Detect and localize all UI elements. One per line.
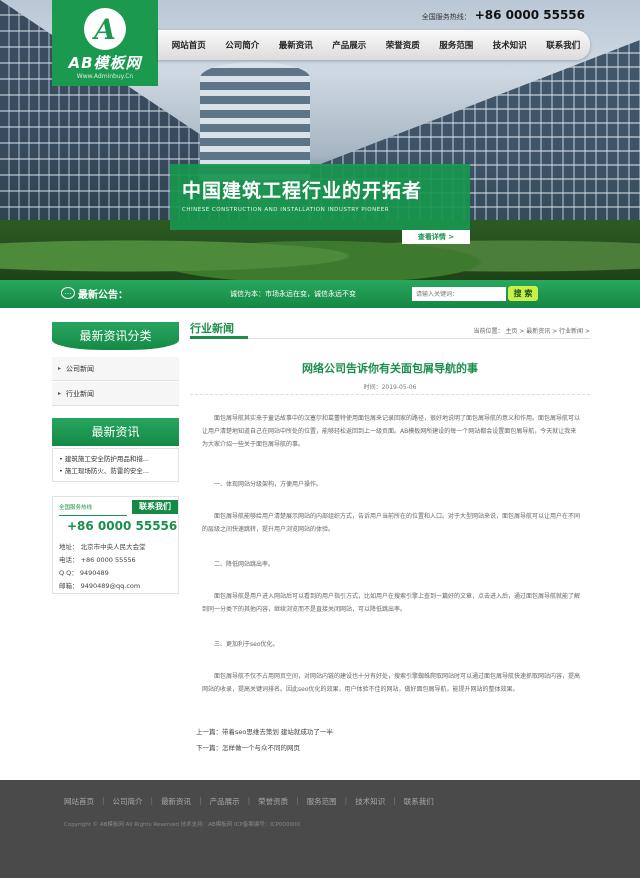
divider: |: [344, 796, 348, 805]
logo-mark-icon: A: [84, 8, 126, 50]
list-item[interactable]: • 建筑施工安全防护用品和措...: [59, 453, 172, 465]
category-company-news[interactable]: 公司新闻: [52, 357, 179, 381]
contact-hotline-label: 全国服务热线: [59, 505, 93, 511]
footer-link-about[interactable]: 公司简介: [113, 796, 143, 807]
nav-item-about[interactable]: 公司简介: [216, 39, 270, 51]
nav-item-honors[interactable]: 荣誉资质: [376, 39, 430, 51]
contact-phone: +86 0000 55556: [67, 519, 178, 533]
article-paragraph: 三、更加利于seo优化。: [214, 641, 279, 648]
footer-link-news[interactable]: 最新资讯: [161, 796, 191, 807]
section-title-underline: [190, 336, 590, 339]
site-logo[interactable]: A AB模板网 Www.Adminbuy.Cn: [52, 0, 158, 86]
divider: |: [296, 796, 299, 805]
article-paragraph: 面包屑导航其实来于童话故事中的汉塞尔和葛蕾特使用面包屑来记录回家的路径，很好地说…: [202, 415, 581, 448]
nav-item-news[interactable]: 最新资讯: [269, 39, 323, 51]
article-paragraph: 一、体现网站分级架构，方便用户操作。: [214, 481, 323, 488]
category-industry-news[interactable]: 行业新闻: [52, 382, 179, 406]
divider: [190, 394, 590, 395]
footer-link-contact[interactable]: 联系我们: [404, 796, 434, 807]
footer-link-honors[interactable]: 荣誉资质: [258, 796, 288, 807]
article-paragraph: 二、降低网站跳出率。: [214, 561, 275, 568]
hotline-number: +86 0000 55556: [474, 8, 585, 22]
divider: |: [247, 796, 251, 805]
banner-more-button[interactable]: 查看详情 >: [402, 230, 470, 244]
slogan-english: CHINESE CONSTRUCTION AND INSTALLATION IN…: [182, 207, 390, 213]
nav-item-tech[interactable]: 技术知识: [483, 39, 537, 51]
copyright: Copyright © AB模板网 All Rights Reserved 技术…: [64, 822, 301, 828]
page: A AB模板网 Www.Adminbuy.Cn 全国服务热线： +86 0000…: [0, 0, 640, 878]
footer-link-home[interactable]: 网站首页: [64, 796, 94, 807]
prev-article-link[interactable]: 上一篇：带着seo思维去策划 建站就成功了一半: [196, 726, 333, 736]
nav-item-home[interactable]: 网站首页: [162, 39, 216, 51]
search-input[interactable]: [412, 287, 506, 301]
notice-label: 最新公告：: [78, 290, 128, 301]
article-paragraph: 面包屑导航不仅不占用网页空间，对网站内链的建设也十分有好处，搜索引擎蜘蛛爬取网站…: [202, 673, 581, 693]
contact-box: 全国服务热线 联系我们 +86 0000 55556 地址： 北京市中央人民大会…: [52, 496, 179, 594]
main-nav: 网站首页 公司简介 最新资讯 产品展示 荣誉资质 服务范围 技术知识 联系我们: [158, 30, 590, 60]
contact-address: 地址： 北京市中央人民大会堂: [59, 543, 146, 551]
latest-news-list: • 建筑施工安全防护用品和措... • 施工现场防火、防雷的安全...: [52, 448, 179, 482]
section-title: 行业新闻: [190, 322, 234, 335]
article-paragraph: 面包屑导航能够给用户清楚展示网站的内部组织方式，告诉用户当前所在的位置和入口。对…: [202, 513, 581, 533]
divider: |: [102, 796, 105, 805]
banner-slogan: 中国建筑工程行业的开拓者 CHINESE CONSTRUCTION AND IN…: [170, 164, 470, 230]
logo-text: AB模板网: [68, 54, 142, 72]
notice-text: 诚信为本：市场永远在变，诚信永远不变: [230, 290, 356, 298]
contact-tel: 电话： +86 0000 55556: [59, 556, 136, 564]
nav-item-products[interactable]: 产品展示: [323, 39, 377, 51]
header-hotline: 全国服务热线： +86 0000 55556: [422, 8, 585, 22]
divider: [59, 515, 127, 516]
nav-item-services[interactable]: 服务范围: [430, 39, 484, 51]
contact-tab[interactable]: 联系我们: [132, 500, 178, 514]
slogan-chinese: 中国建筑工程行业的开拓者: [182, 180, 423, 202]
hotline-label: 全国服务热线：: [421, 13, 471, 21]
footer-link-tech[interactable]: 技术知识: [355, 796, 385, 807]
notice-bar: … 最新公告： 诚信为本：市场永远在变，诚信永远不变 搜 索: [0, 280, 640, 308]
footer-nav: 网站首页 | 公司简介 | 最新资讯 | 产品展示 | 荣誉资质 | 服务范围 | 技术知识…: [64, 796, 434, 807]
divider: |: [150, 796, 154, 805]
footer-link-services[interactable]: 服务范围: [307, 796, 337, 807]
article-paragraph: 面包屑导航是用户进入网站后可以看到的用户指引方式，比如用户在搜索引擎上查到一篇好…: [202, 593, 581, 613]
category-heading: 最新资讯分类: [52, 322, 179, 350]
footer-link-products[interactable]: 产品展示: [210, 796, 240, 807]
breadcrumb[interactable]: 当前位置： 主页 > 最新资讯 > 行业新闻 >: [473, 326, 590, 335]
logo-url: Www.Adminbuy.Cn: [76, 73, 134, 80]
divider: |: [393, 796, 396, 805]
nav-item-contact[interactable]: 联系我们: [537, 39, 591, 51]
article-title: 网络公司告诉你有关面包屑导航的事: [302, 362, 478, 375]
contact-email: 邮箱： 9490489@qq.com: [59, 582, 141, 590]
list-item[interactable]: • 施工现场防火、防雷的安全...: [59, 465, 172, 477]
footer: 网站首页 | 公司简介 | 最新资讯 | 产品展示 | 荣誉资质 | 服务范围 | 技术知识…: [0, 780, 640, 878]
divider: |: [199, 796, 202, 805]
search-button[interactable]: 搜 索: [508, 286, 538, 301]
speech-bubble-icon: …: [61, 287, 75, 299]
latest-news-heading: 最新资讯: [52, 418, 179, 446]
next-article-link[interactable]: 下一篇：怎样做一个与众不同的网页: [196, 742, 300, 752]
article-date: 时间：2019-05-06: [363, 384, 417, 391]
contact-qq: Q Q： 9490489: [59, 569, 109, 577]
